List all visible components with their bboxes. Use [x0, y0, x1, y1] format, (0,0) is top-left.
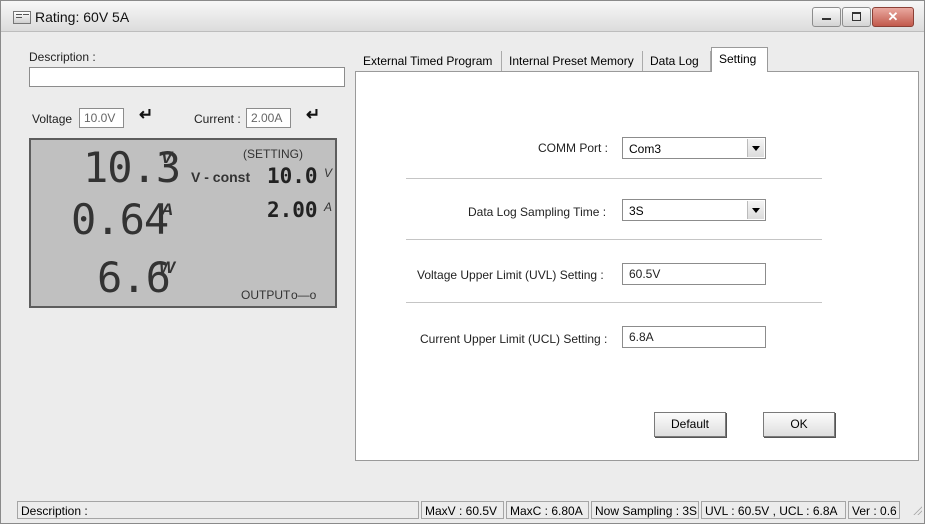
tab-setting[interactable]: Setting [711, 47, 768, 72]
voltage-input[interactable]: 10.0V [79, 108, 124, 128]
resize-grip-icon[interactable] [912, 505, 922, 515]
ok-button[interactable]: OK [763, 412, 835, 437]
minimize-button[interactable] [812, 7, 841, 27]
status-bar: Description : MaxV : 60.5V MaxC : 6.80A … [17, 501, 914, 519]
uvl-input[interactable]: 60.5V [622, 263, 766, 285]
close-button[interactable]: ✕ [872, 7, 914, 27]
status-maxc: MaxC : 6.80A [506, 501, 589, 519]
close-icon: ✕ [887, 9, 899, 24]
lcd-current-unit: A [161, 200, 174, 219]
lcd-set-voltage: 10.0 [267, 164, 318, 188]
sampling-time-select[interactable]: 3S [622, 199, 766, 221]
uvl-label: Voltage Upper Limit (UVL) Setting : [417, 268, 604, 282]
current-input[interactable]: 2.00A [246, 108, 291, 128]
setting-panel: COMM Port : Com3 Data Log Sampling Time … [355, 71, 919, 461]
lcd-setting-label: (SETTING) [243, 147, 303, 161]
sampling-time-label: Data Log Sampling Time : [468, 205, 607, 219]
status-version: Ver : 0.6 [848, 501, 900, 519]
tab-external-timed-program[interactable]: External Timed Program [356, 51, 502, 71]
lcd-output-switch-icon: o—o [291, 288, 317, 302]
separator [406, 178, 822, 179]
current-label: Current : [194, 112, 241, 126]
comm-port-select[interactable]: Com3 [622, 137, 766, 159]
title-bar[interactable]: Rating: 60V 5A ✕ [1, 1, 924, 32]
window-title: Rating: 60V 5A [35, 9, 130, 25]
lcd-set-current-unit: A [324, 200, 333, 214]
tab-internal-preset-memory[interactable]: Internal Preset Memory [502, 51, 643, 71]
lcd-mode-label: V - const [191, 169, 251, 185]
chevron-down-icon[interactable] [747, 139, 764, 157]
app-icon[interactable] [13, 11, 31, 24]
tab-data-log[interactable]: Data Log [643, 51, 711, 71]
chevron-down-icon[interactable] [747, 201, 764, 219]
ucl-input[interactable]: 6.8A [622, 326, 766, 348]
comm-port-label: COMM Port : [538, 141, 609, 155]
status-now-sampling: Now Sampling : 3S [591, 501, 699, 519]
lcd-current-reading: 0.64 [71, 195, 169, 244]
description-label: Description : [29, 50, 96, 64]
status-maxv: MaxV : 60.5V [421, 501, 504, 519]
default-button[interactable]: Default [654, 412, 726, 437]
separator [406, 302, 822, 303]
lcd-set-voltage-unit: V [324, 166, 333, 180]
lcd-output-label: OUTPUT [241, 288, 291, 302]
lcd-set-current: 2.00 [267, 198, 318, 222]
separator [406, 239, 822, 240]
ucl-label: Current Upper Limit (UCL) Setting : [420, 332, 608, 346]
window-controls: ✕ [811, 7, 914, 27]
lcd-power-unit: W [159, 258, 176, 277]
lcd-display: 10.3 V (SETTING) V - const 10.0 V 0.64 A… [29, 138, 337, 308]
sampling-time-value: 3S [629, 204, 644, 218]
voltage-enter-icon[interactable]: ↵ [139, 105, 153, 125]
status-description: Description : [17, 501, 419, 519]
current-enter-icon[interactable]: ↵ [306, 105, 320, 125]
voltage-label: Voltage [32, 112, 73, 126]
maximize-button[interactable] [842, 7, 871, 27]
lcd-voltage-unit: V [161, 148, 173, 167]
comm-port-value: Com3 [629, 142, 662, 156]
description-input[interactable] [29, 67, 345, 87]
status-limits: UVL : 60.5V , UCL : 6.8A [701, 501, 846, 519]
app-window: Rating: 60V 5A ✕ Description : Voltage 1… [0, 0, 925, 524]
